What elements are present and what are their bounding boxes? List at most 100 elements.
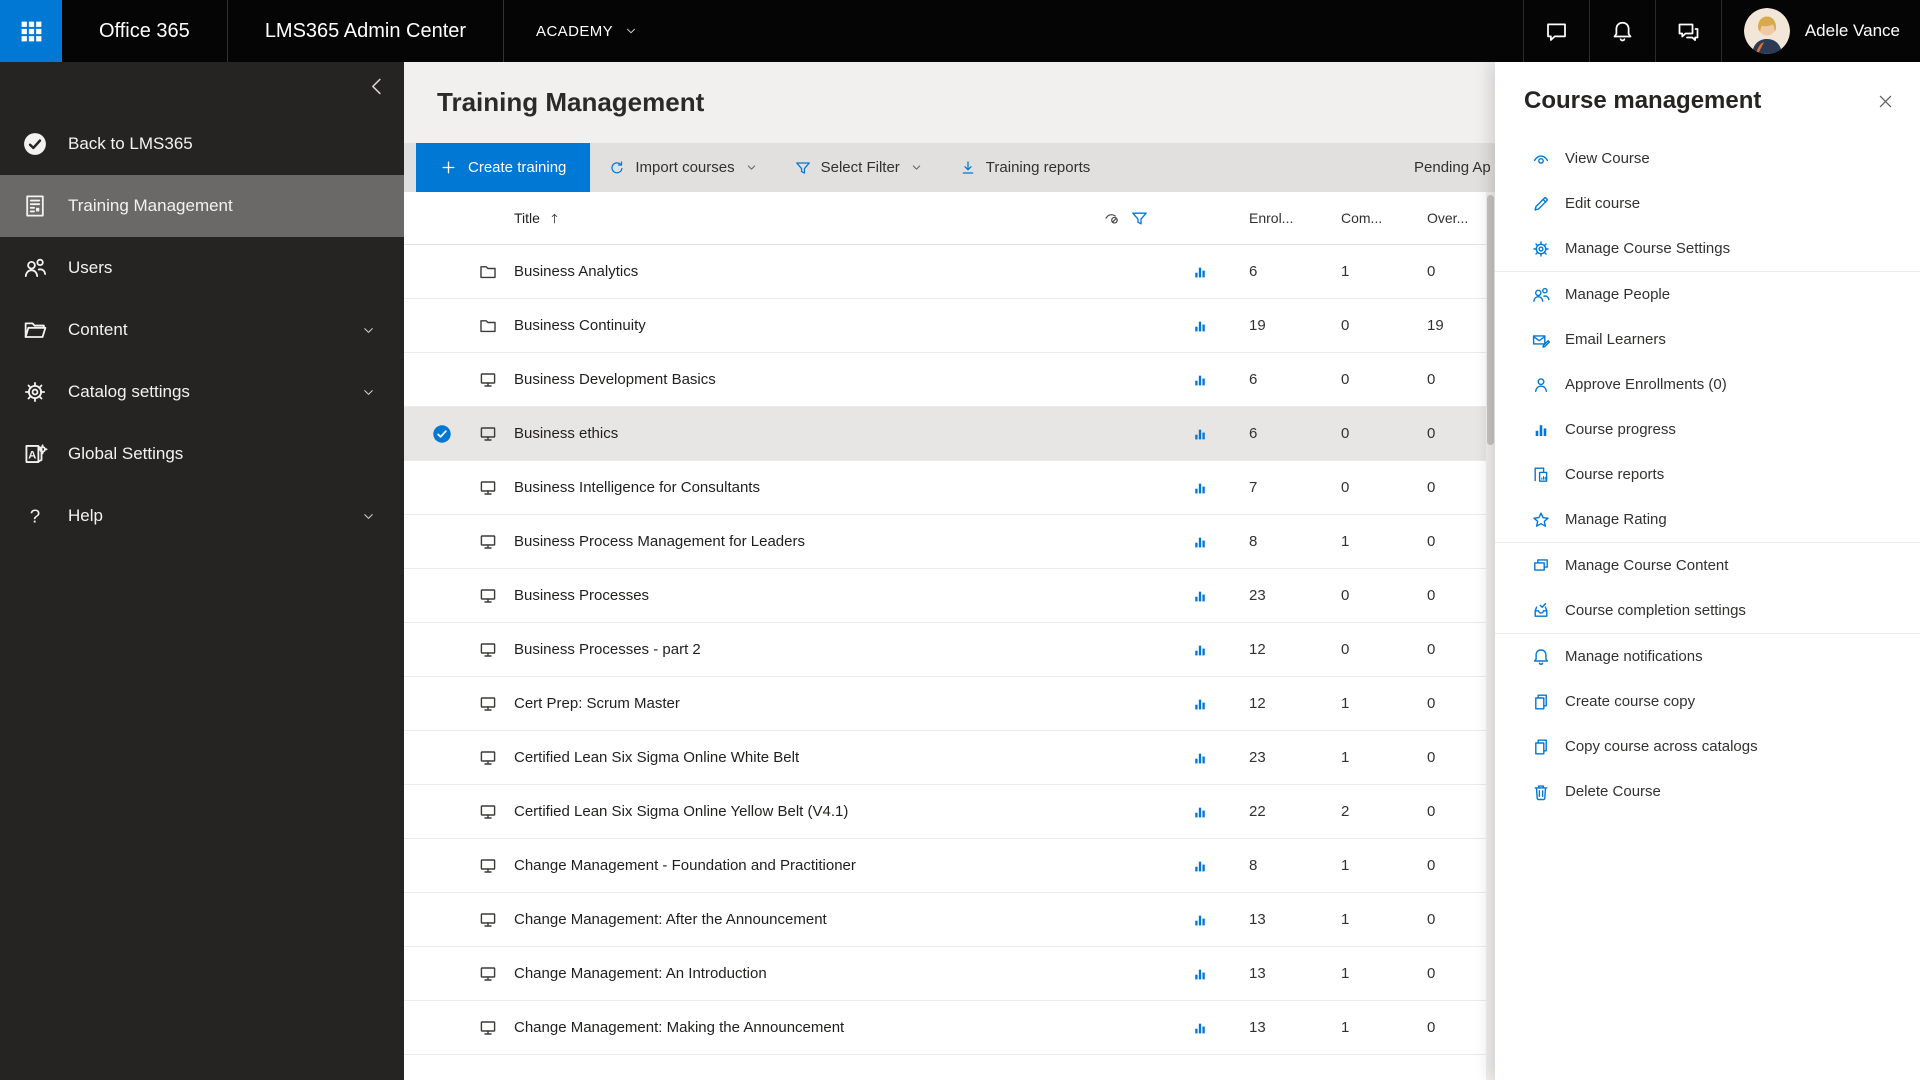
course-progress-chart-cell[interactable] bbox=[1175, 479, 1225, 497]
sidebar-item-users[interactable]: Users bbox=[0, 237, 404, 299]
chevron-down-icon bbox=[361, 509, 376, 524]
course-progress-chart-cell[interactable] bbox=[1175, 263, 1225, 281]
table-row[interactable]: Business Processes 23 0 0 bbox=[404, 569, 1495, 623]
panel-item-label: Manage People bbox=[1565, 286, 1671, 303]
course-title[interactable]: Business ethics bbox=[514, 425, 1175, 442]
sidebar-item-training-management[interactable]: Training Management bbox=[0, 175, 404, 237]
course-title[interactable]: Change Management: Making the Announceme… bbox=[514, 1019, 1175, 1036]
select-filter-button[interactable]: Select Filter bbox=[776, 143, 941, 192]
panel-item-create-course-copy[interactable]: Create course copy bbox=[1495, 679, 1920, 724]
brand-office365[interactable]: Office 365 bbox=[62, 0, 227, 62]
course-title[interactable]: Business Development Basics bbox=[514, 371, 1175, 388]
course-title[interactable]: Business Processes bbox=[514, 587, 1175, 604]
course-progress-chart-cell[interactable] bbox=[1175, 587, 1225, 605]
table-row[interactable]: Change Management: Making the Announceme… bbox=[404, 1001, 1495, 1055]
panel-item-manage-course-settings[interactable]: Manage Course Settings bbox=[1495, 226, 1920, 271]
course-progress-chart-cell[interactable] bbox=[1175, 857, 1225, 875]
column-completed[interactable]: Com... bbox=[1319, 210, 1405, 226]
table-row[interactable]: Business Continuity 19 0 19 bbox=[404, 299, 1495, 353]
table-row[interactable]: Business ethics 6 0 0 bbox=[404, 407, 1495, 461]
column-enrolled[interactable]: Enrol... bbox=[1225, 210, 1319, 226]
panel-item-delete-course[interactable]: Delete Course bbox=[1495, 769, 1920, 814]
panel-item-approve-enrollments-0[interactable]: Approve Enrollments (0) bbox=[1495, 362, 1920, 407]
sidebar-item-content[interactable]: Content bbox=[0, 299, 404, 361]
panel-item-manage-people[interactable]: Manage People bbox=[1495, 272, 1920, 317]
course-progress-chart-cell[interactable] bbox=[1175, 641, 1225, 659]
course-title[interactable]: Change Management: An Introduction bbox=[514, 965, 1175, 982]
import-courses-button[interactable]: Import courses bbox=[590, 143, 775, 192]
pending-approvals-button[interactable]: Pending Ap bbox=[1414, 143, 1491, 192]
table-row[interactable]: Business Analytics 6 1 0 bbox=[404, 245, 1495, 299]
table-row[interactable]: Cert Prep: Scrum Master 12 1 0 bbox=[404, 677, 1495, 731]
sidebar-item-help[interactable]: ? Help bbox=[0, 485, 404, 547]
completed-count: 1 bbox=[1341, 857, 1350, 874]
completed-count: 0 bbox=[1341, 641, 1350, 658]
course-title[interactable]: Certified Lean Six Sigma Online White Be… bbox=[514, 749, 1175, 766]
course-progress-chart-cell[interactable] bbox=[1175, 371, 1225, 389]
table-row[interactable]: Certified Lean Six Sigma Online Yellow B… bbox=[404, 785, 1495, 839]
column-filter-icon[interactable] bbox=[1130, 209, 1149, 228]
course-title[interactable]: Certified Lean Six Sigma Online Yellow B… bbox=[514, 803, 1175, 820]
sidebar-item-catalog-settings[interactable]: Catalog settings bbox=[0, 361, 404, 423]
course-title[interactable]: Change Management - Foundation and Pract… bbox=[514, 857, 1175, 874]
user-profile[interactable]: Adele Vance bbox=[1720, 0, 1920, 62]
row-select-cell[interactable] bbox=[404, 424, 462, 444]
panel-item-course-reports[interactable]: Course reports bbox=[1495, 452, 1920, 497]
table-row[interactable]: Change Management: An Introduction 13 1 0 bbox=[404, 947, 1495, 1001]
panel-item-manage-rating[interactable]: Manage Rating bbox=[1495, 497, 1920, 542]
vertical-scrollbar[interactable] bbox=[1486, 192, 1495, 1080]
sidebar-nav: Back to LMS365 Training Management Users Co… bbox=[0, 113, 404, 547]
table-row[interactable]: Business Development Basics 6 0 0 bbox=[404, 353, 1495, 407]
course-title[interactable]: Business Continuity bbox=[514, 317, 1175, 334]
column-overdue[interactable]: Over... bbox=[1405, 210, 1495, 226]
panel-item-view-course[interactable]: View Course bbox=[1495, 136, 1920, 181]
panel-item-copy-course-across-catalogs[interactable]: Copy course across catalogs bbox=[1495, 724, 1920, 769]
course-progress-chart-cell[interactable] bbox=[1175, 1019, 1225, 1037]
panel-item-email-learners[interactable]: Email Learners bbox=[1495, 317, 1920, 362]
course-title[interactable]: Cert Prep: Scrum Master bbox=[514, 695, 1175, 712]
catalog-selector[interactable]: ACADEMY bbox=[504, 0, 670, 62]
enrolled-count: 19 bbox=[1249, 317, 1266, 334]
panel-item-course-progress[interactable]: Course progress bbox=[1495, 407, 1920, 452]
column-title[interactable]: Title bbox=[514, 210, 540, 226]
course-title[interactable]: Business Analytics bbox=[514, 263, 1175, 280]
panel-item-manage-course-content[interactable]: Manage Course Content bbox=[1495, 543, 1920, 588]
scrollbar-thumb[interactable] bbox=[1487, 195, 1494, 445]
table-row[interactable]: Business Processes - part 2 12 0 0 bbox=[404, 623, 1495, 677]
course-progress-chart-cell[interactable] bbox=[1175, 317, 1225, 335]
course-progress-chart-cell[interactable] bbox=[1175, 965, 1225, 983]
sort-ascending-icon[interactable] bbox=[547, 211, 562, 226]
table-row[interactable]: Certified Lean Six Sigma Online White Be… bbox=[404, 731, 1495, 785]
course-progress-chart-cell[interactable] bbox=[1175, 425, 1225, 443]
course-title[interactable]: Business Intelligence for Consultants bbox=[514, 479, 1175, 496]
table-row[interactable]: Business Intelligence for Consultants 7 0 0 bbox=[404, 461, 1495, 515]
chat-button[interactable] bbox=[1522, 0, 1589, 62]
panel-item-course-completion-settings[interactable]: Course completion settings bbox=[1495, 588, 1920, 633]
course-title[interactable]: Change Management: After the Announcemen… bbox=[514, 911, 1175, 928]
panel-item-manage-notifications[interactable]: Manage notifications bbox=[1495, 634, 1920, 679]
sidebar-item-global-settings[interactable]: A Global Settings bbox=[0, 423, 404, 485]
feedback-button[interactable] bbox=[1654, 0, 1721, 62]
create-training-button[interactable]: Create training bbox=[416, 143, 591, 192]
sidebar-item-back-to-lms365[interactable]: Back to LMS365 bbox=[0, 113, 404, 175]
course-title[interactable]: Business Process Management for Leaders bbox=[514, 533, 1175, 550]
training-reports-button[interactable]: Training reports bbox=[941, 143, 1109, 192]
panel-close-button[interactable] bbox=[1876, 92, 1895, 111]
course-title[interactable]: Business Processes - part 2 bbox=[514, 641, 1175, 658]
course-icon-cell bbox=[462, 532, 514, 552]
brand-lms365-admin-center[interactable]: LMS365 Admin Center bbox=[228, 0, 503, 62]
sidebar-collapse-button[interactable] bbox=[366, 75, 388, 99]
course-progress-chart-cell[interactable] bbox=[1175, 803, 1225, 821]
hide-preview-icon[interactable] bbox=[1102, 209, 1121, 228]
table-row[interactable]: Change Management: After the Announcemen… bbox=[404, 893, 1495, 947]
enrolled-count: 12 bbox=[1249, 641, 1266, 658]
panel-item-edit-course[interactable]: Edit course bbox=[1495, 181, 1920, 226]
app-launcher-button[interactable] bbox=[0, 0, 62, 62]
course-progress-chart-cell[interactable] bbox=[1175, 749, 1225, 767]
table-row[interactable]: Business Process Management for Leaders 8… bbox=[404, 515, 1495, 569]
notifications-button[interactable] bbox=[1588, 0, 1655, 62]
course-progress-chart-cell[interactable] bbox=[1175, 695, 1225, 713]
course-progress-chart-cell[interactable] bbox=[1175, 533, 1225, 551]
table-row[interactable]: Change Management - Foundation and Pract… bbox=[404, 839, 1495, 893]
course-progress-chart-cell[interactable] bbox=[1175, 911, 1225, 929]
